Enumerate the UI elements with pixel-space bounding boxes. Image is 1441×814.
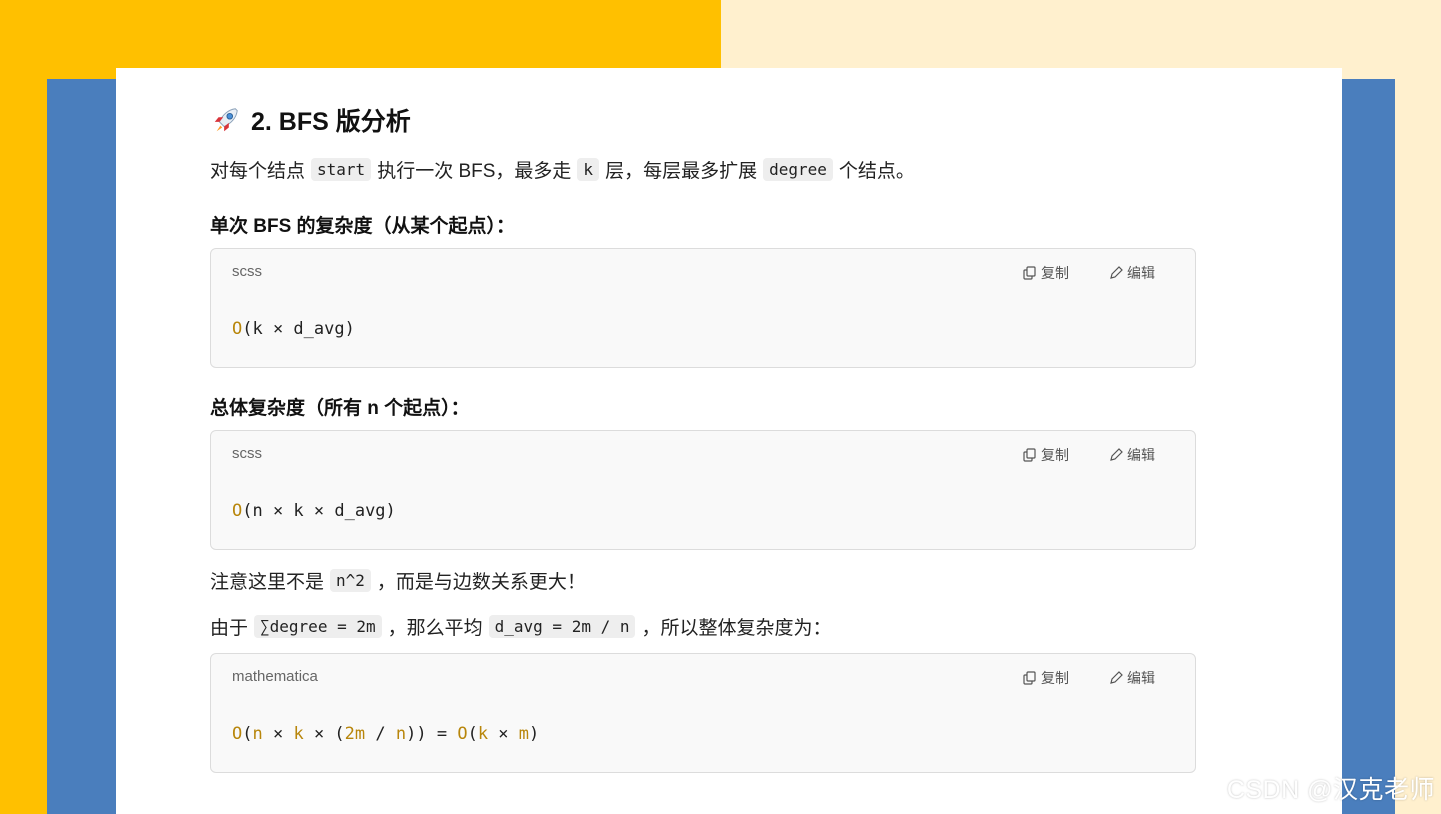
code-content: O(n × k × (2m / n)) = O(k × m) bbox=[232, 724, 539, 744]
code-token: O bbox=[232, 724, 243, 744]
code-content: O(k × d_avg) bbox=[232, 319, 355, 339]
code-language-label: scss bbox=[232, 445, 262, 462]
since-text-1: 由于 bbox=[210, 618, 249, 639]
edit-icon bbox=[1110, 448, 1123, 461]
intro-text-3: 层，每层最多扩展 bbox=[605, 161, 758, 182]
edit-button[interactable]: 编辑 bbox=[1109, 668, 1155, 688]
inline-code-n2: n^2 bbox=[330, 569, 371, 592]
code-block-3: mathematica 复制 编辑 O(n × k × (2m / n)) = … bbox=[210, 653, 1196, 773]
note-text-2: ，而是与边数关系更大！ bbox=[376, 572, 586, 593]
copy-label: 复制 bbox=[1041, 447, 1069, 463]
since-text-3: ，所以整体复杂度为： bbox=[641, 618, 832, 639]
code-token: (n × k × d_avg) bbox=[242, 501, 396, 521]
code-token: 2m bbox=[344, 724, 366, 744]
code-token: ( bbox=[467, 724, 478, 744]
code-token: )) = bbox=[406, 724, 458, 744]
copy-icon bbox=[1023, 266, 1036, 280]
section-heading: 2. BFS 版分析 bbox=[211, 102, 411, 138]
code-token: n bbox=[395, 724, 407, 744]
note-paragraph: 注意这里不是 n^2 ，而是与边数关系更大！ bbox=[210, 567, 586, 594]
rocket-icon bbox=[214, 108, 238, 132]
inline-code-sum-degree: ∑degree = 2m bbox=[254, 615, 382, 638]
edit-label: 编辑 bbox=[1127, 670, 1155, 686]
code-token: O bbox=[232, 319, 243, 339]
code-token: k bbox=[477, 724, 489, 744]
content-card: 2. BFS 版分析 对每个结点 start 执行一次 BFS，最多走 k 层，… bbox=[116, 68, 1342, 814]
intro-paragraph: 对每个结点 start 执行一次 BFS，最多走 k 层，每层最多扩展 degr… bbox=[210, 156, 915, 183]
copy-button[interactable]: 复制 bbox=[1023, 445, 1069, 465]
code-token: k bbox=[293, 724, 304, 744]
code-actions: 复制 编辑 bbox=[1023, 668, 1155, 688]
note-text-1: 注意这里不是 bbox=[210, 572, 325, 593]
background-cream-strip bbox=[1395, 0, 1441, 814]
since-paragraph: 由于 ∑degree = 2m ，那么平均 d_avg = 2m / n ，所以… bbox=[210, 613, 832, 640]
code-token: m bbox=[518, 724, 530, 744]
inline-code-d-avg: d_avg = 2m / n bbox=[488, 615, 636, 638]
code-actions: 复制 编辑 bbox=[1023, 445, 1155, 465]
since-text-2: ，那么平均 bbox=[387, 618, 483, 639]
copy-button[interactable]: 复制 bbox=[1023, 668, 1069, 688]
copy-label: 复制 bbox=[1041, 265, 1069, 281]
code-token: O bbox=[457, 724, 468, 744]
code-block-1: scss 复制 编辑 O(k × d_avg) bbox=[210, 248, 1196, 368]
edit-icon bbox=[1110, 671, 1123, 684]
watermark: CSDN @汉克老师 bbox=[1226, 776, 1435, 804]
code-token: / bbox=[365, 724, 396, 744]
subheading-total: 总体复杂度（所有 n 个起点）： bbox=[210, 398, 470, 419]
heading-text: 2. BFS 版分析 bbox=[251, 108, 411, 136]
inline-code-start: start bbox=[311, 158, 372, 181]
code-language-label: mathematica bbox=[232, 668, 318, 685]
intro-text-2: 执行一次 BFS，最多走 bbox=[377, 161, 572, 182]
code-token: n bbox=[252, 724, 263, 744]
copy-icon bbox=[1023, 671, 1036, 685]
code-token: ) bbox=[529, 724, 540, 744]
edit-label: 编辑 bbox=[1127, 265, 1155, 281]
edit-label: 编辑 bbox=[1127, 447, 1155, 463]
code-content: O(n × k × d_avg) bbox=[232, 501, 396, 521]
code-token: O bbox=[232, 501, 243, 521]
code-token: ( bbox=[242, 724, 253, 744]
code-token: × bbox=[488, 724, 519, 744]
intro-text-1: 对每个结点 bbox=[210, 161, 306, 182]
edit-button[interactable]: 编辑 bbox=[1109, 445, 1155, 465]
subheading-single-bfs: 单次 BFS 的复杂度（从某个起点）： bbox=[210, 216, 516, 237]
edit-button[interactable]: 编辑 bbox=[1109, 263, 1155, 283]
code-token: × ( bbox=[303, 724, 345, 744]
code-token: × bbox=[262, 724, 294, 744]
copy-icon bbox=[1023, 448, 1036, 462]
copy-label: 复制 bbox=[1041, 670, 1069, 686]
code-actions: 复制 编辑 bbox=[1023, 263, 1155, 283]
code-block-2: scss 复制 编辑 O(n × k × d_avg) bbox=[210, 430, 1196, 550]
code-token: (k × d_avg) bbox=[242, 319, 355, 339]
intro-text-4: 个结点。 bbox=[838, 161, 915, 182]
inline-code-k: k bbox=[577, 158, 600, 181]
inline-code-degree: degree bbox=[763, 158, 833, 181]
edit-icon bbox=[1110, 266, 1123, 279]
copy-button[interactable]: 复制 bbox=[1023, 263, 1069, 283]
code-language-label: scss bbox=[232, 263, 262, 280]
